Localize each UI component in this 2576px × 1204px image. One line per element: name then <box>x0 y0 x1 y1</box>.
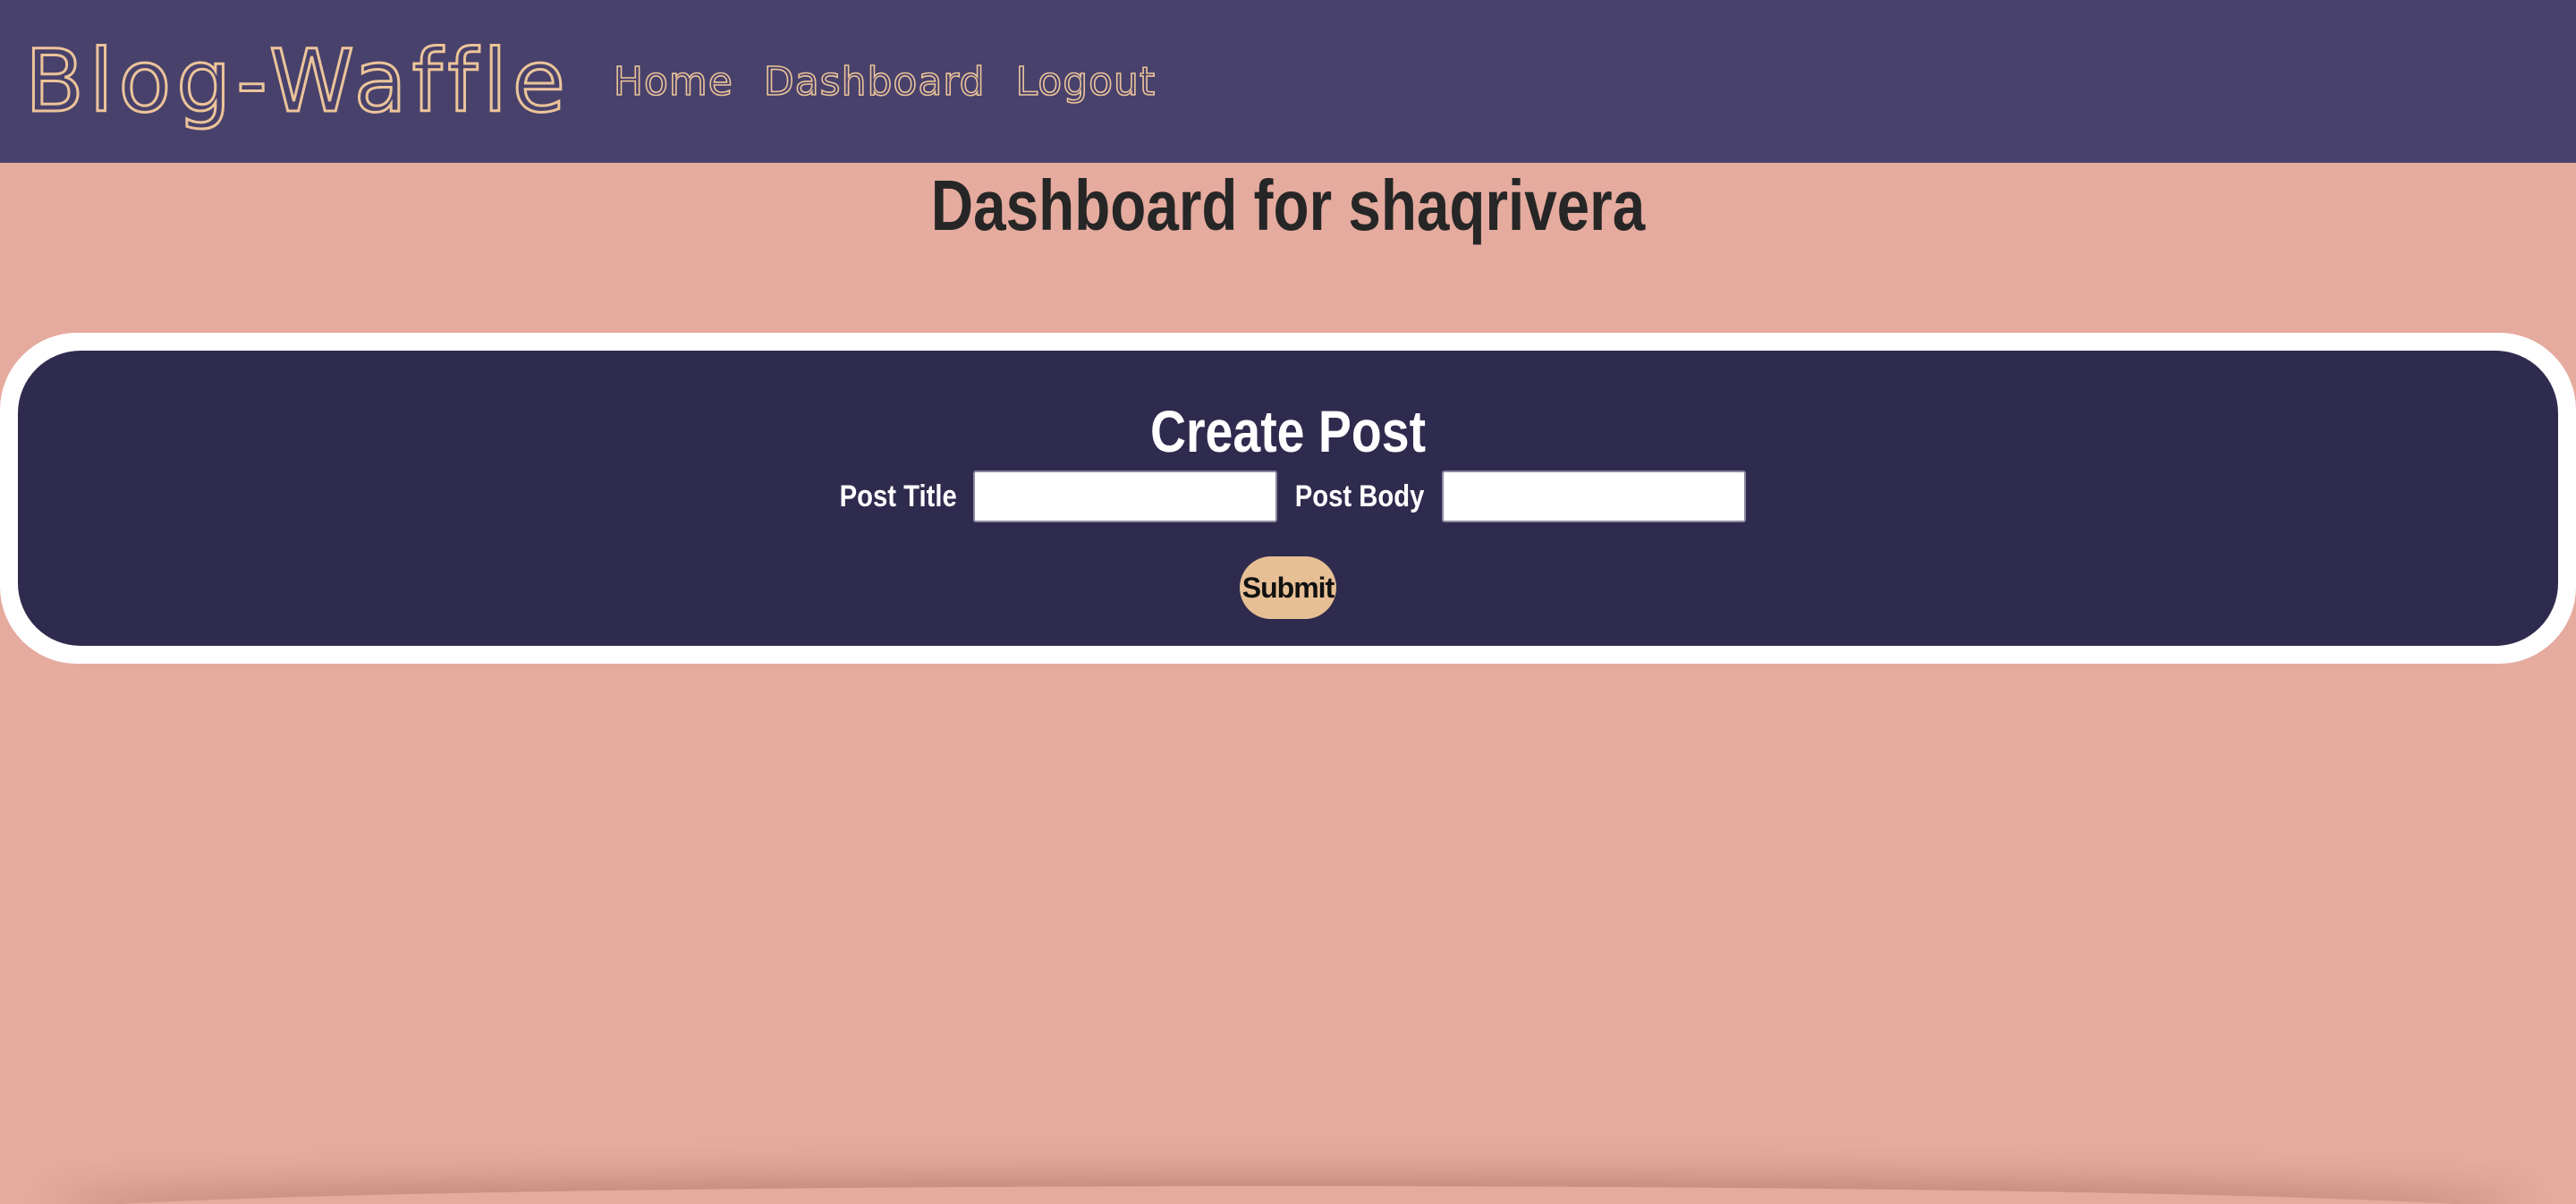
create-post-card: Create Post Post Title Post Body Submit <box>18 351 2558 646</box>
page-title: Dashboard for shaqrivera <box>930 165 1646 245</box>
nav-link-dashboard[interactable]: Dashboard <box>763 58 986 106</box>
create-post-form: Post Title Post Body <box>18 471 2558 522</box>
post-body-label: Post Body <box>1294 479 1425 513</box>
nav-link-home[interactable]: Home <box>613 58 733 106</box>
create-post-card-border: Create Post Post Title Post Body Submit <box>0 333 2576 664</box>
top-navbar: Blog-Waffle Home Dashboard Logout <box>0 0 2576 163</box>
page: Blog-Waffle Home Dashboard Logout Dashbo… <box>0 0 2576 1204</box>
post-title-label: Post Title <box>839 479 957 513</box>
submit-button[interactable]: Submit <box>1240 556 1336 619</box>
brand-logo[interactable]: Blog-Waffle <box>24 38 571 126</box>
post-title-input[interactable] <box>973 471 1278 522</box>
create-post-title: Create Post <box>1149 398 1427 464</box>
nav-links: Home Dashboard Logout <box>613 58 1157 106</box>
nav-link-logout[interactable]: Logout <box>1015 58 1157 106</box>
post-body-input[interactable] <box>1442 471 1747 522</box>
